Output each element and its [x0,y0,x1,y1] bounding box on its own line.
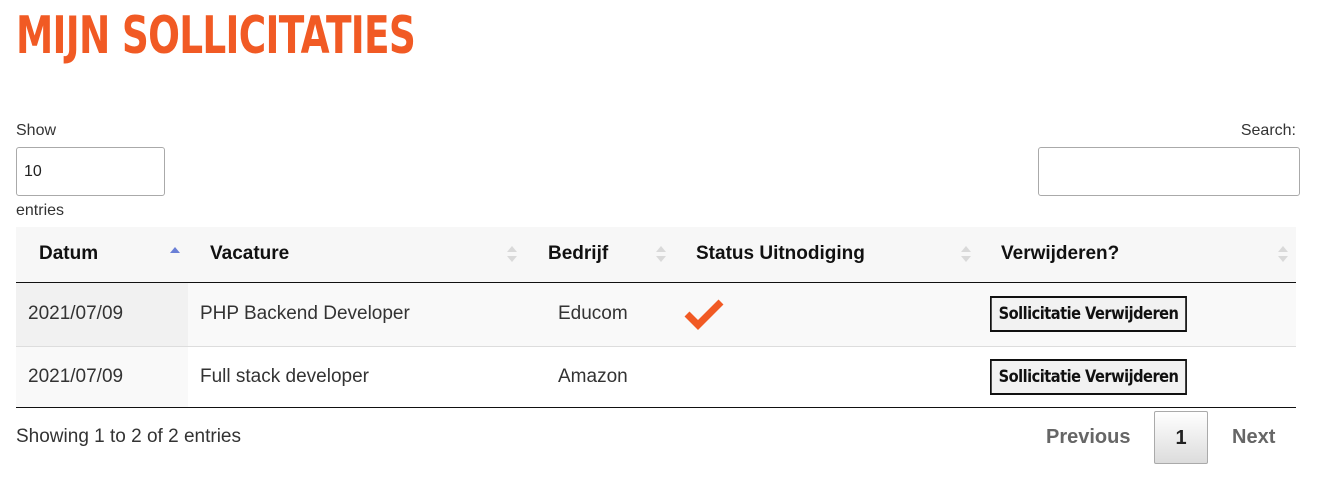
column-header-status[interactable]: Status Uitnodiging [674,227,979,283]
column-header-bedrijf[interactable]: Bedrijf [525,227,674,283]
cell-datum: 2021/07/09 [16,346,188,407]
sort-both-icon [1278,244,1288,264]
search-label: Search: [1240,122,1296,139]
cell-delete: Sollicitatie Verwijderen [979,346,1296,407]
search-input[interactable] [1038,147,1300,196]
sort-ascending-icon [170,244,180,264]
column-header-label: Verwijderen? [1001,243,1120,265]
length-show-label: Show [16,122,57,139]
column-header-label: Vacature [210,243,290,265]
sort-both-icon [961,244,971,264]
previous-page-button[interactable]: Previous [1046,411,1130,464]
table-row: 2021/07/09 Full stack developer Amazon S… [16,346,1296,407]
column-header-datum[interactable]: Datum [16,227,188,283]
cell-datum: 2021/07/09 [16,282,188,346]
sort-both-icon [507,244,517,264]
cell-bedrijf: Amazon [558,365,628,387]
table-header-row: Datum Vacature Bedrijf Status Uitnodigin… [16,227,1296,283]
cell-status [674,282,979,346]
cell-vacature: Full stack developer [200,365,369,387]
sort-both-icon [656,244,666,264]
column-header-label: Bedrijf [548,243,609,265]
page-title: Mijn sollicitaties [16,6,416,66]
entries-per-page-select[interactable]: 10 [16,147,165,196]
column-header-label: Status Uitnodiging [696,243,865,265]
column-header-verwijderen[interactable]: Verwijderen? [979,227,1296,283]
table-row: 2021/07/09 PHP Backend Developer Educom … [16,282,1296,346]
cell-vacature: PHP Backend Developer [200,303,410,324]
next-page-button[interactable]: Next [1232,411,1275,464]
checkmark-icon [683,298,725,330]
table-info: Showing 1 to 2 of 2 entries [16,426,241,447]
cell-status [674,346,979,407]
cell-delete: Sollicitatie Verwijderen [979,282,1296,346]
applications-table: Datum Vacature Bedrijf Status Uitnodigin… [16,227,1296,408]
delete-application-button[interactable]: Sollicitatie Verwijderen [990,358,1188,395]
delete-application-button[interactable]: Sollicitatie Verwijderen [990,296,1188,332]
length-entries-label: entries [16,202,65,219]
cell-bedrijf: Educom [558,303,628,324]
column-header-vacature[interactable]: Vacature [188,227,525,283]
column-header-label: Datum [39,243,99,265]
page-1-button[interactable]: 1 [1154,411,1208,464]
